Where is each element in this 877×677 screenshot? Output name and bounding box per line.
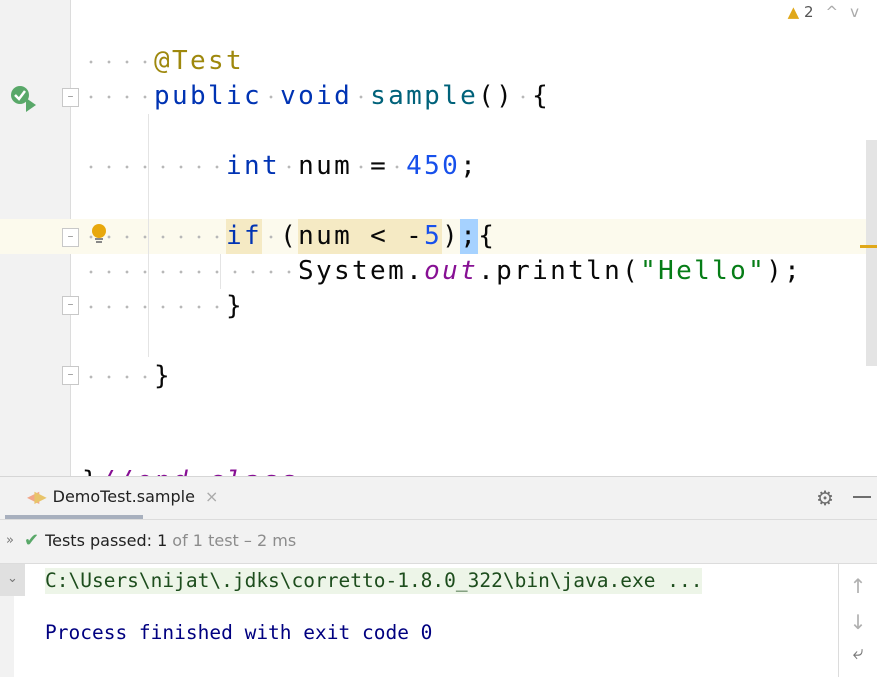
fold-marker[interactable]: – — [62, 228, 79, 247]
whitespace-token — [82, 44, 155, 79]
fold-marker[interactable]: – — [62, 88, 79, 107]
console-toolbar: ↑ ↓ ⤶ — [838, 564, 877, 677]
code-token: 450 — [406, 151, 461, 181]
whitespace-token — [262, 219, 281, 254]
whitespace-token — [82, 289, 227, 324]
code-token: @Test — [154, 46, 245, 76]
lightbulb-icon[interactable] — [90, 223, 108, 249]
whitespace-token — [388, 219, 407, 254]
code-token: } — [226, 291, 245, 321]
code-token: 5 — [424, 219, 443, 254]
whitespace-token — [352, 79, 371, 114]
code-token: System. — [298, 256, 425, 286]
fold-marker[interactable]: – — [62, 366, 79, 385]
code-token: sample — [370, 81, 479, 111]
whitespace-token — [514, 79, 533, 114]
tab-demotest-sample[interactable]: ◀▶ DemoTest.sample × — [5, 477, 218, 519]
code-token: ); — [766, 256, 803, 286]
collapse-icon[interactable]: ⌄ — [0, 564, 25, 596]
code-token: num — [298, 219, 353, 254]
run-test-passed-icon[interactable] — [8, 84, 40, 116]
console-output[interactable]: ⌄ C:\Users\nijat\.jdks\corretto-1.8.0_32… — [0, 563, 877, 677]
code-token: () — [478, 81, 515, 111]
fold-marker[interactable]: – — [62, 296, 79, 315]
check-icon: ✔ — [23, 530, 40, 551]
code-token: void — [280, 81, 353, 111]
whitespace-token — [82, 79, 155, 114]
code-line[interactable]: } — [82, 359, 172, 394]
code-token: num — [298, 151, 353, 181]
code-token: < — [370, 219, 389, 254]
code-line[interactable]: }//end class — [82, 464, 298, 476]
code-token: { — [532, 81, 551, 111]
console-command-line: C:\Users\nijat\.jdks\corretto-1.8.0_322\… — [45, 568, 703, 594]
test-config-icon: ◀▶ — [27, 486, 47, 506]
warning-stripe-marker[interactable] — [860, 245, 877, 248]
code-token: } — [154, 361, 173, 391]
warning-indicator[interactable]: ▲ 2 — [788, 3, 814, 21]
test-status-bar: » ✔ Tests passed: 1 of 1 test – 2 ms — [0, 519, 877, 561]
minimize-icon[interactable] — [853, 496, 871, 498]
code-token: int — [226, 151, 281, 181]
inspection-widget[interactable]: ▲ 2 ^ v — [788, 3, 859, 21]
code-token: - — [406, 219, 425, 254]
run-tab-bar: ◀▶ DemoTest.sample × ⚙ — [0, 477, 877, 519]
code-line[interactable]: int num = 450; — [82, 149, 478, 184]
code-token: .println( — [478, 256, 641, 286]
gear-icon[interactable]: ⚙ — [816, 486, 834, 510]
arrow-down-icon[interactable]: ↓ — [839, 610, 877, 634]
run-tool-window: ◀▶ DemoTest.sample × ⚙ » ✔ Tests passed:… — [0, 476, 877, 677]
soft-wrap-icon[interactable]: ⤶ — [839, 640, 877, 664]
whitespace-token — [352, 149, 371, 184]
whitespace-token — [82, 254, 299, 289]
code-token: out — [424, 256, 479, 286]
code-token: } — [82, 464, 100, 476]
whitespace-token — [82, 359, 155, 394]
code-token: ; — [460, 151, 479, 181]
code-token: ) — [442, 221, 461, 251]
code-token: ; — [460, 219, 479, 254]
vertical-scrollbar[interactable] — [866, 140, 877, 366]
code-token: //end class — [100, 464, 298, 476]
code-line[interactable]: } — [82, 289, 244, 324]
whitespace-token — [262, 79, 281, 114]
code-token: { — [478, 221, 497, 251]
whitespace-token — [352, 219, 371, 254]
whitespace-token — [280, 149, 299, 184]
close-tab-icon[interactable]: × — [205, 487, 218, 506]
whitespace-token — [82, 149, 227, 184]
code-line[interactable]: if (num < -5);{ — [82, 219, 496, 254]
next-highlight-button[interactable]: v — [850, 3, 859, 21]
code-token: public — [154, 81, 263, 111]
expand-icon[interactable]: » — [6, 533, 14, 548]
code-token: = — [370, 151, 389, 181]
code-line[interactable]: System.out.println("Hello"); — [82, 254, 802, 289]
code-token: if — [226, 219, 263, 254]
console-exit-line: Process finished with exit code 0 — [45, 621, 433, 644]
code-line[interactable]: public void sample() { — [82, 79, 550, 114]
whitespace-token — [388, 149, 407, 184]
code-token: ( — [280, 221, 299, 251]
code-line[interactable]: @Test — [82, 44, 244, 79]
arrow-up-icon[interactable]: ↑ — [839, 574, 877, 598]
code-editor[interactable]: @Test public void sample() { int num = 4… — [0, 0, 877, 476]
previous-highlight-button[interactable]: ^ — [826, 3, 839, 21]
code-token: "Hello" — [640, 256, 767, 286]
warning-icon: ▲ — [787, 3, 800, 21]
